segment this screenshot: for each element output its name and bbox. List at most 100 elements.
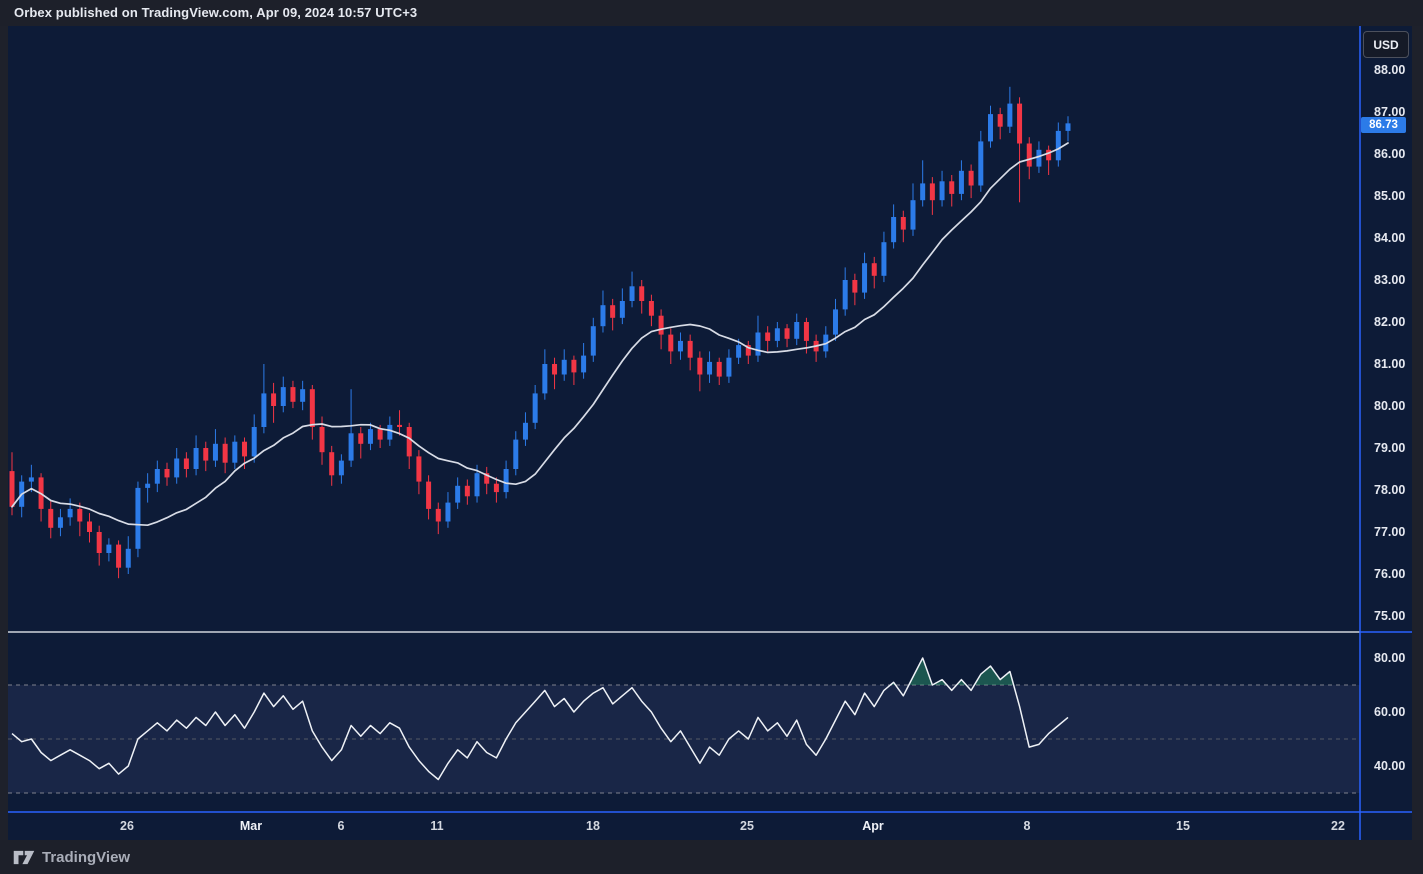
candle-body: [542, 364, 547, 393]
candle-body: [165, 469, 170, 477]
candle-body: [397, 425, 402, 427]
candle-body: [445, 503, 450, 522]
price-tick-label: 85.00: [1374, 189, 1405, 203]
candle-body: [1017, 104, 1022, 144]
candle-body: [678, 341, 683, 352]
candle-body: [426, 482, 431, 509]
candle-body: [862, 263, 867, 292]
candle-body: [174, 459, 179, 478]
rsi-tick-label: 60.00: [1374, 705, 1405, 719]
candle-body: [852, 280, 857, 293]
time-tick-label: 18: [586, 819, 600, 833]
candle-body: [659, 316, 664, 335]
candle-body: [969, 171, 974, 186]
candle-body: [116, 545, 121, 568]
price-tick-label: 76.00: [1374, 567, 1405, 581]
candle-body: [901, 217, 906, 230]
candle-body: [688, 341, 693, 358]
candle-body: [988, 114, 993, 141]
candle-body: [717, 362, 722, 377]
candle-body: [155, 469, 160, 484]
candle-body: [533, 393, 538, 422]
candle-body: [368, 429, 373, 444]
candle-body: [843, 280, 848, 309]
candle-body: [620, 301, 625, 318]
candle-body: [765, 333, 770, 341]
price-tick-label: 77.00: [1374, 525, 1405, 539]
price-tick-label: 83.00: [1374, 273, 1405, 287]
candle-body: [213, 444, 218, 461]
candle-body: [1027, 144, 1032, 167]
candle-body: [881, 242, 886, 276]
candle-body: [959, 171, 964, 194]
candle-body: [77, 509, 82, 522]
candle-body: [726, 358, 731, 377]
price-tick-label: 78.00: [1374, 483, 1405, 497]
candle-body: [416, 456, 421, 481]
candle-body: [184, 459, 189, 470]
price-chart-canvas[interactable]: 88.0087.0086.0085.0084.0083.0082.0081.00…: [8, 26, 1412, 840]
candle-body: [194, 448, 199, 469]
candle-body: [794, 322, 799, 339]
candle-body: [349, 433, 354, 460]
candle-body: [29, 477, 34, 481]
candle-body: [232, 442, 237, 463]
candle-body: [465, 486, 470, 497]
price-tick-label: 75.00: [1374, 609, 1405, 623]
candle-body: [978, 141, 983, 185]
publish-attribution-text: Orbex published on TradingView.com, Apr …: [14, 5, 417, 20]
candle-body: [630, 286, 635, 301]
candle-body: [320, 427, 325, 452]
candle-body: [310, 389, 315, 427]
candle-body: [203, 448, 208, 461]
candle-body: [68, 509, 73, 517]
candle-body: [785, 328, 790, 339]
candle-body: [697, 358, 702, 375]
candle-body: [261, 393, 266, 427]
candle-body: [494, 484, 499, 492]
time-tick-label: 11: [430, 819, 443, 833]
candle-body: [339, 461, 344, 476]
price-tick-label: 84.00: [1374, 231, 1405, 245]
time-tick-label: 15: [1176, 819, 1190, 833]
price-tick-label: 88.00: [1374, 63, 1405, 77]
candle-body: [949, 181, 954, 194]
candle-body: [145, 484, 150, 488]
time-tick-label: 8: [1024, 819, 1031, 833]
candle-body: [940, 181, 945, 200]
tradingview-wordmark[interactable]: TradingView: [42, 849, 130, 866]
candle-body: [600, 305, 605, 326]
candle-body: [436, 509, 441, 522]
candle-body: [407, 427, 412, 456]
candle-body: [48, 509, 53, 528]
candle-body: [755, 333, 760, 356]
tradingview-chart-screenshot: Orbex published on TradingView.com, Apr …: [0, 0, 1423, 874]
price-tick-label: 80.00: [1374, 399, 1405, 413]
rsi-tick-label: 40.00: [1374, 759, 1405, 773]
candle-body: [135, 488, 140, 549]
candle-body: [523, 423, 528, 440]
candle-body: [300, 389, 305, 402]
candle-body: [872, 263, 877, 276]
chart-widget[interactable]: 88.0087.0086.0085.0084.0083.0082.0081.00…: [8, 26, 1412, 840]
footer-bar: TradingView: [0, 840, 1423, 874]
tradingview-logo-icon[interactable]: [13, 849, 35, 866]
candle-body: [504, 469, 509, 492]
candle-body: [97, 532, 102, 553]
candle-body: [736, 345, 741, 358]
candle-body: [891, 217, 896, 242]
candle-body: [910, 200, 915, 229]
time-tick-label: 25: [740, 819, 754, 833]
candle-body: [552, 364, 557, 375]
candle-body: [1066, 123, 1071, 131]
candle-body: [242, 442, 247, 457]
candle-body: [58, 517, 63, 528]
currency-toggle-button[interactable]: USD: [1363, 31, 1409, 58]
candle-body: [930, 183, 935, 200]
rsi-tick-label: 80.00: [1374, 651, 1405, 665]
candle-body: [775, 328, 780, 341]
candle-body: [581, 356, 586, 373]
candle-body: [649, 301, 654, 316]
time-tick-label: 6: [338, 819, 345, 833]
candle-body: [707, 362, 712, 375]
